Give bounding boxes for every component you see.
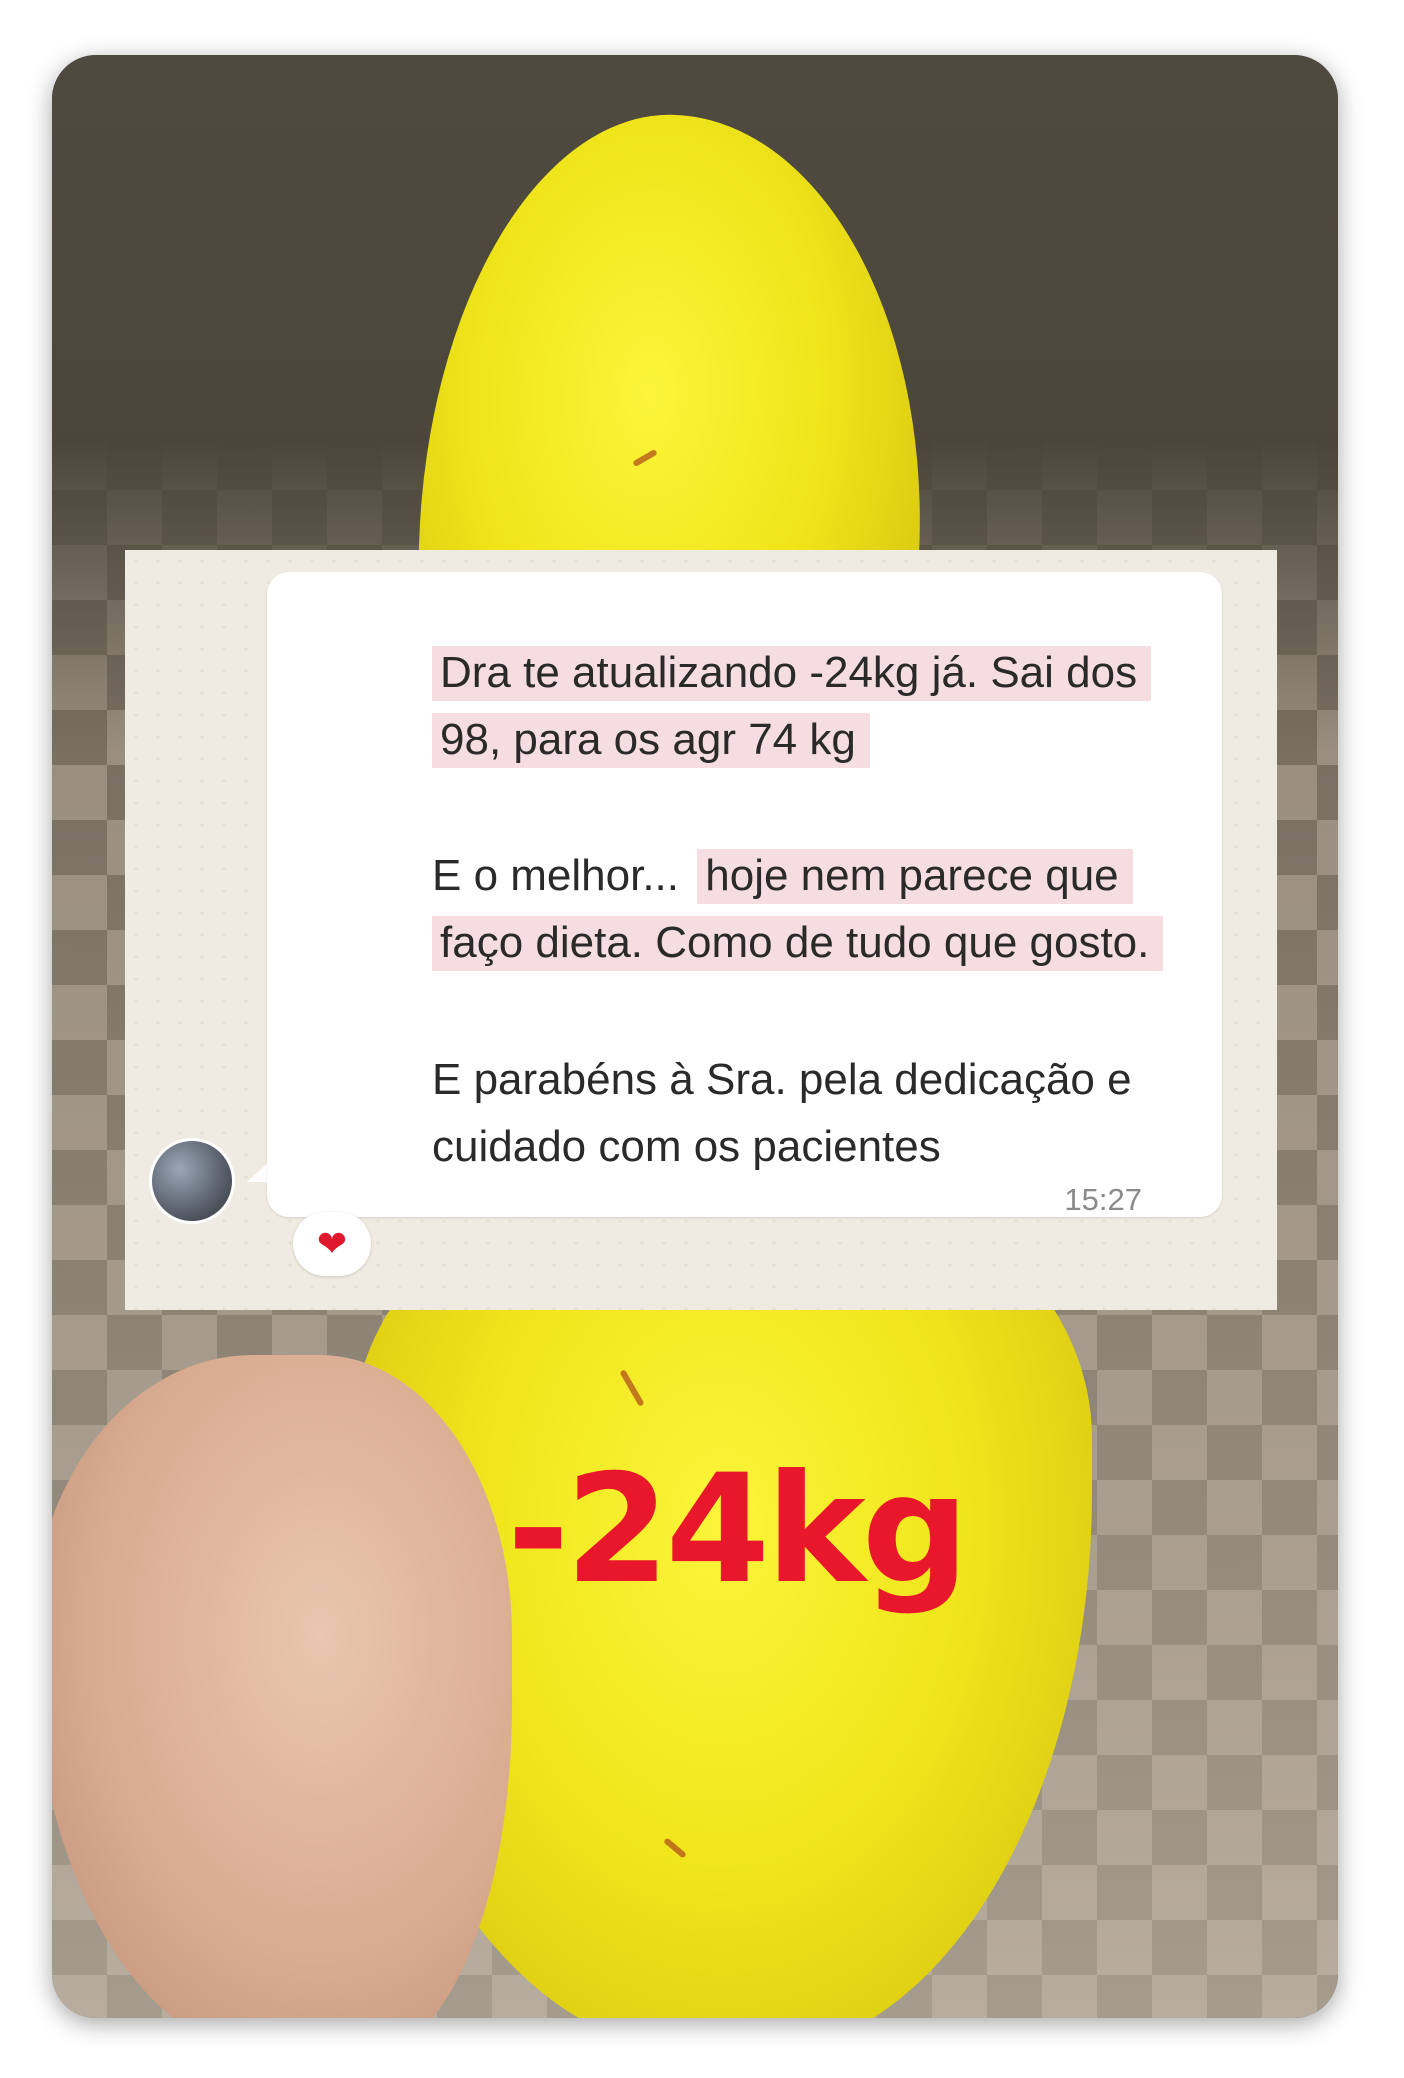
message-line-2: 98, para os agr 74 kg	[432, 713, 870, 768]
hand	[52, 1355, 512, 2018]
message-line-6: cuidado com os pacientes	[432, 1122, 941, 1171]
message-line-4: faço dieta. Como de tudo que gosto.	[432, 916, 1164, 971]
sender-name-blurred	[435, 606, 735, 614]
message-line-5: E parabéns à Sra. pela dedicação e	[432, 1055, 1132, 1104]
message-line-3b: hoje nem parece que	[697, 849, 1133, 904]
avatar[interactable]	[149, 1138, 235, 1224]
heart-icon: ❤	[316, 1223, 348, 1265]
message-time: 15:27	[1064, 1182, 1142, 1217]
message-bubble: Dra te atualizando -24kg já. Sai dos 98,…	[267, 572, 1222, 1217]
message-line-1: Dra te atualizando -24kg já. Sai dos	[432, 646, 1152, 701]
message-line-3a: E o melhor...	[432, 851, 680, 900]
chat-screenshot: Dra te atualizando -24kg já. Sai dos 98,…	[125, 550, 1277, 1310]
reaction-badge[interactable]: ❤	[293, 1212, 371, 1276]
weight-loss-label: -24kg	[507, 1443, 969, 1617]
